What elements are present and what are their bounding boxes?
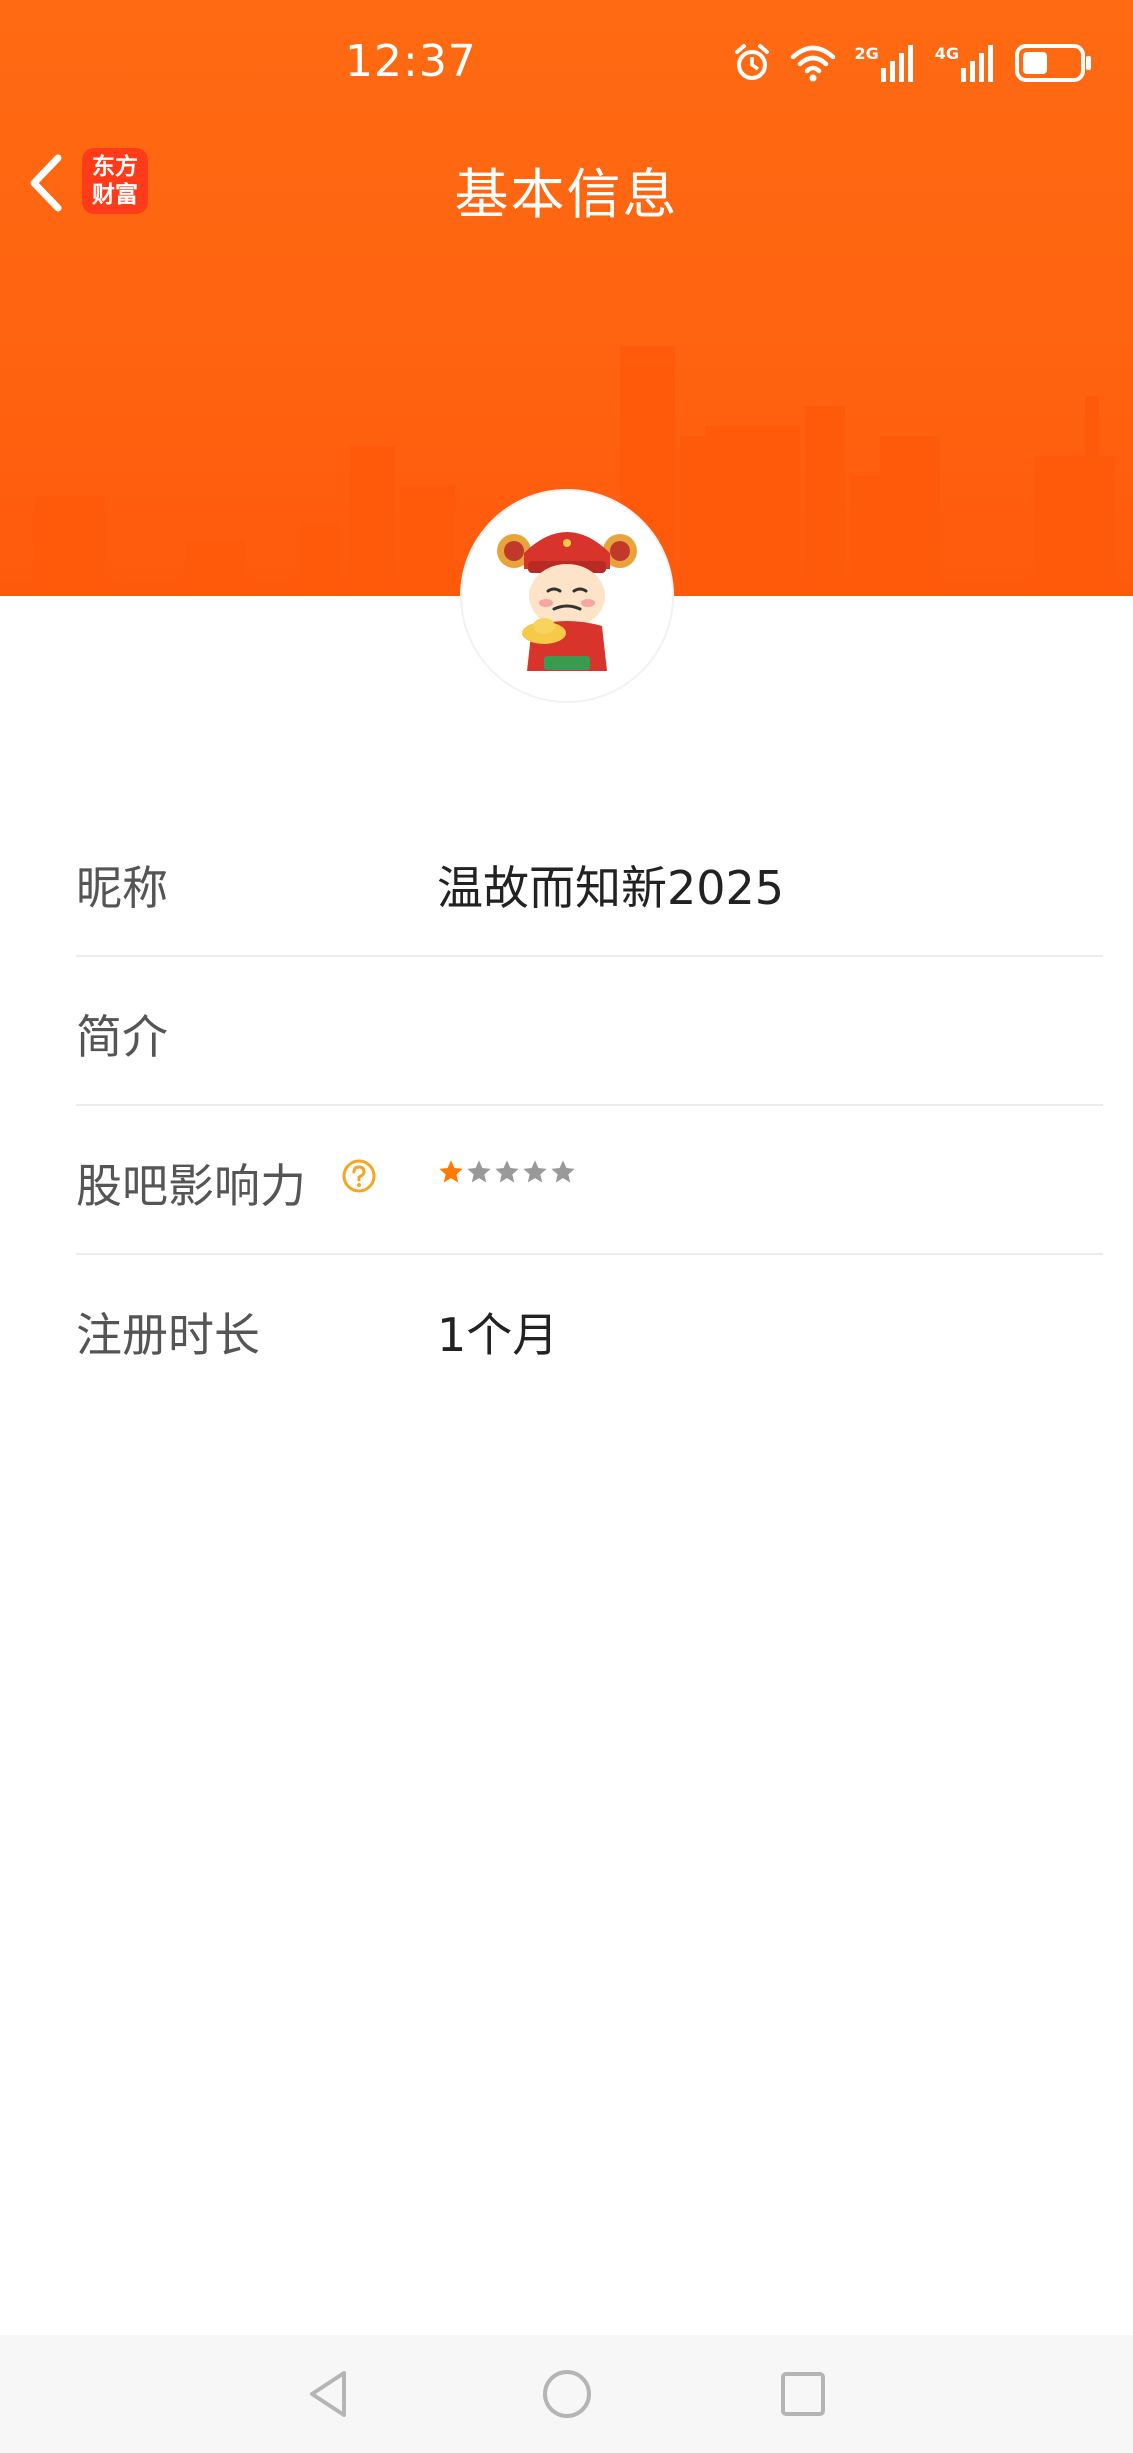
star-filled-icon	[439, 1160, 463, 1183]
nav-back-icon[interactable]	[302, 2367, 356, 2421]
profile-info-list: 昵称 温故而知新2025 简介 股吧影响力 注册时长 1个月	[76, 808, 1103, 1404]
influence-label: 股吧影响力	[76, 1159, 306, 1213]
battery-icon	[1015, 44, 1091, 82]
star-empty-icon	[467, 1160, 491, 1183]
registration-value: 1个月	[437, 1308, 559, 1362]
star-empty-icon	[523, 1160, 547, 1183]
star-empty-icon	[495, 1160, 519, 1183]
star-empty-icon	[551, 1160, 575, 1183]
avatar[interactable]	[462, 491, 672, 701]
status-icons: 2G 4G	[732, 38, 1093, 88]
influence-rating	[437, 1158, 577, 1186]
nav-recents-icon[interactable]	[776, 2367, 830, 2421]
nickname-label: 昵称	[76, 861, 168, 915]
status-time: 12:37	[345, 36, 477, 87]
signal-4g-label: 4G	[934, 44, 959, 63]
signal-2g-label: 2G	[854, 44, 879, 63]
system-nav-bar	[0, 2335, 1133, 2453]
page-title: 基本信息	[454, 163, 679, 226]
nickname-row[interactable]: 昵称 温故而知新2025	[76, 808, 1103, 957]
alarm-icon	[735, 44, 770, 80]
influence-row: 股吧影响力	[76, 1106, 1103, 1255]
registration-label: 注册时长	[76, 1308, 260, 1362]
fortune-god-avatar-icon	[497, 532, 637, 671]
nickname-value: 温故而知新2025	[437, 861, 785, 915]
wifi-icon	[791, 45, 836, 82]
signal-4g-icon: 4G	[935, 44, 997, 82]
bio-row[interactable]: 简介	[76, 957, 1103, 1106]
help-question-icon[interactable]	[341, 1158, 377, 1194]
registration-row: 注册时长 1个月	[76, 1255, 1103, 1404]
signal-2g-icon: 2G	[854, 44, 916, 82]
bio-label: 简介	[76, 1010, 168, 1064]
nav-home-icon[interactable]	[540, 2367, 594, 2421]
